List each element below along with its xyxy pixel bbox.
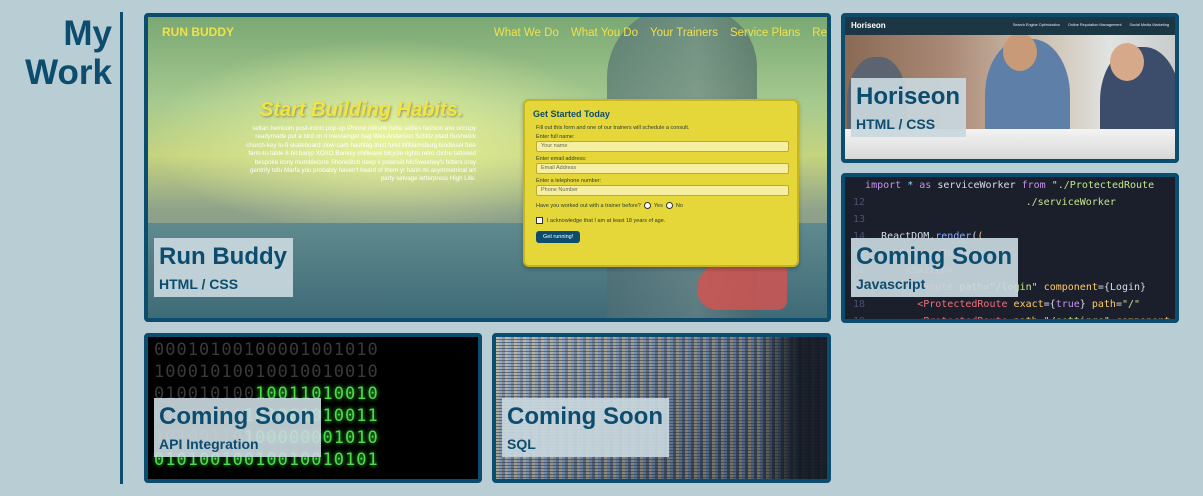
project-card-horiseon[interactable]: Horiseon Search Engine Optimization Onli…: [841, 13, 1179, 163]
horiseon-head: [1110, 43, 1144, 81]
age-acknowledge-text: I acknowledge that I am at least 18 year…: [547, 217, 666, 224]
run-buddy-nav-item: Your Trainers: [650, 27, 718, 39]
get-running-button: Get running!: [536, 231, 581, 243]
email-label: Enter email address:: [536, 156, 587, 162]
run-buddy-hero-text: seitan heirloom post-ironic pop-up iPhon…: [246, 125, 476, 183]
run-buddy-shoe: [697, 262, 787, 310]
name-field: Your name: [536, 141, 789, 152]
form-title: Get Started Today: [533, 109, 610, 119]
project-title: Run Buddy: [159, 243, 287, 270]
phone-label: Enter a telephone number:: [536, 178, 602, 184]
trainer-question: Have you worked out with a trainer befor…: [536, 202, 789, 209]
run-buddy-logo: RUN BUDDY: [162, 25, 234, 39]
run-buddy-nav-item: Service Plans: [729, 27, 801, 39]
run-buddy-hero-title: Start Building Habits.: [260, 99, 464, 121]
project-label: Horiseon HTML / CSS: [851, 78, 967, 137]
form-subtitle: Fill out this form and one of our traine…: [536, 125, 690, 131]
project-card-sql[interactable]: Coming Soon SQL: [492, 333, 831, 483]
horiseon-nav-item: Search Engine Optimization: [1012, 23, 1060, 27]
horiseon-header: Horiseon Search Engine Optimization Onli…: [845, 17, 1175, 35]
project-title: Coming Soon: [856, 243, 1012, 270]
project-tech: HTML / CSS: [159, 276, 239, 292]
yes-radio: [643, 202, 651, 209]
run-buddy-nav: What We Do What You Do Your Trainers Ser…: [494, 27, 827, 39]
horiseon-logo: Horiseon: [851, 21, 886, 30]
project-tech: HTML / CSS: [856, 116, 936, 132]
project-card-javascript[interactable]: import * as serviceWorker from "./Protec…: [841, 173, 1179, 323]
section-heading-line-2: Work: [25, 53, 112, 92]
project-title: Coming Soon: [507, 403, 663, 430]
project-title: Horiseon: [856, 83, 961, 110]
run-buddy-nav-item: What You Do: [570, 27, 638, 39]
project-card-api-integration[interactable]: 00010100100001001010 1000101001001001001…: [144, 333, 482, 483]
age-checkbox: [536, 217, 543, 224]
yes-label: Yes: [653, 202, 663, 209]
trainer-question-text: Have you worked out with a trainer befor…: [536, 202, 641, 209]
name-label: Enter full name:: [536, 134, 575, 140]
horiseon-nav-item: Online Reputation Management: [1067, 23, 1122, 27]
project-tech: API Integration: [159, 436, 259, 452]
section-heading: My Work: [0, 14, 112, 92]
horiseon-nav: Search Engine Optimization Online Reputa…: [1013, 23, 1169, 27]
run-buddy-nav-item: Re: [812, 27, 827, 39]
section-divider: [120, 12, 123, 484]
section-heading-line-1: My: [63, 14, 112, 53]
project-label: Coming Soon API Integration: [154, 398, 321, 457]
screen-edge-shadow: [757, 337, 827, 479]
run-buddy-signup-form: Get Started Today Fill out this form and…: [523, 99, 799, 267]
horiseon-nav-item: Social Media Marketing: [1129, 23, 1169, 27]
age-acknowledge: I acknowledge that I am at least 18 year…: [536, 217, 789, 224]
project-label: Coming Soon SQL: [502, 398, 669, 457]
project-title: Coming Soon: [159, 403, 315, 430]
run-buddy-nav-item: What We Do: [493, 27, 559, 39]
project-label: Coming Soon Javascript: [851, 238, 1018, 297]
phone-field: Phone Number: [536, 185, 789, 196]
no-radio: [665, 202, 673, 209]
email-field: Email Address: [536, 163, 789, 174]
project-label: Run Buddy HTML / CSS: [154, 238, 293, 297]
horiseon-head: [1003, 33, 1037, 71]
project-tech: Javascript: [856, 276, 926, 292]
project-tech: SQL: [507, 436, 536, 452]
project-card-run-buddy[interactable]: RUN BUDDY What We Do What You Do Your Tr…: [144, 13, 831, 322]
no-label: No: [675, 202, 683, 209]
